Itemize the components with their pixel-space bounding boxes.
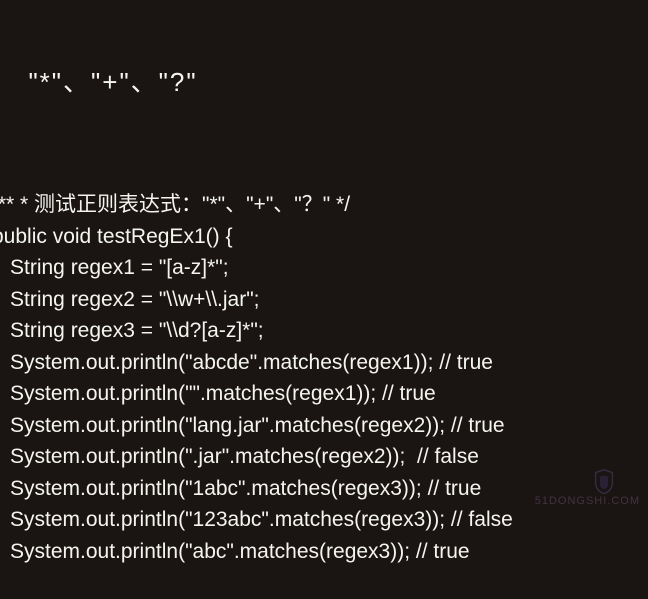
watermark-logo-icon: [590, 467, 618, 495]
code-line: String regex2 = "\\w+\\.jar";: [0, 284, 648, 316]
header-symbols: "*"、"+"、"?": [0, 63, 648, 108]
watermark-url: 51DONGSHI.COM: [535, 493, 640, 510]
code-line: System.out.println(".jar".matches(regex2…: [0, 441, 648, 473]
code-line: String regex3 = "\\d?[a-z]*";: [0, 315, 648, 347]
code-line: System.out.println("abc".matches(regex3)…: [0, 536, 648, 568]
code-line: System.out.println("".matches(regex1)); …: [0, 378, 648, 410]
code-line: System.out.println("abcde".matches(regex…: [0, 347, 648, 379]
code-line: /** * 测试正则表达式："*"、"+"、"？" */: [0, 171, 648, 221]
code-line: System.out.println("lang.jar".matches(re…: [0, 410, 648, 442]
code-line: public void testRegEx1() {: [0, 221, 648, 253]
code-line: String regex1 = "[a-z]*";: [0, 252, 648, 284]
